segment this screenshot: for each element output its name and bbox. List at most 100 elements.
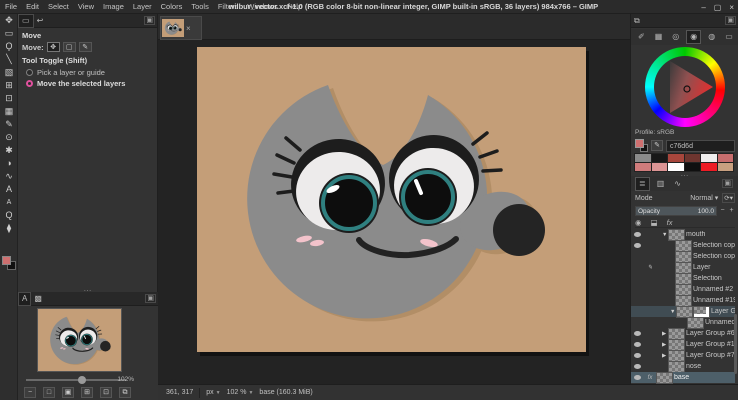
layer-row-base[interactable]: fx base [631,372,735,383]
menu-edit[interactable]: Edit [26,2,39,11]
device-status-tab-icon[interactable]: ↩ [34,15,47,27]
tool-measure-icon[interactable]: A [0,196,18,209]
collapse-icon[interactable]: ▶ [662,342,669,348]
colors-tab-icon[interactable]: ◉ [686,30,701,44]
navigation-tab-icon[interactable]: ▩ [31,293,45,305]
tool-text-icon[interactable]: A [0,183,18,196]
maximize-button[interactable]: ▢ [714,3,722,12]
palette-swatch[interactable] [701,163,717,171]
collapse-icon[interactable]: ▶ [662,353,669,359]
visibility-eye-icon[interactable] [634,353,641,358]
move-selected-radio[interactable] [26,80,33,87]
palette-swatch[interactable] [668,154,684,162]
layer-row-group[interactable]: ▼ Layer Gr [631,306,735,317]
palette-swatch[interactable] [718,163,734,171]
panel-fg-swatch[interactable] [635,139,644,148]
gradients-tab-icon[interactable]: ◎ [669,31,682,43]
edit-color-icon[interactable]: ✎ [651,140,663,151]
image-tab[interactable]: × [160,16,202,40]
mode-switch-icon[interactable]: ⟳▾ [722,193,735,203]
move-layer-button[interactable]: ✥ [47,42,60,52]
palette-swatch[interactable] [652,154,668,162]
minimize-button[interactable]: – [701,3,705,12]
tool-options-tab-icon[interactable]: ▭ [18,14,34,28]
menu-file[interactable]: File [5,2,17,11]
palette-swatch[interactable] [685,163,701,171]
tool-gradient-icon[interactable]: ▦ [0,105,18,118]
dockable-tab-icon[interactable]: ⧉ [631,15,643,27]
move-selection-button[interactable]: ▢ [63,42,76,52]
tool-color-picker-icon[interactable]: ⧫ [0,222,18,235]
layer-row-nose[interactable]: nose [631,361,735,372]
paths-tab-icon[interactable]: ∿ [671,178,684,190]
layer-row[interactable]: Unnamed 8 [631,317,735,328]
layer-fx-badge[interactable]: fx [644,375,656,381]
dock-menu-icon[interactable]: ▣ [144,16,155,25]
patterns-tab-icon[interactable]: ▦ [652,31,666,43]
palette-swatch[interactable] [635,163,651,171]
menu-image[interactable]: Image [103,2,124,11]
opacity-slider[interactable]: Opacity 100.0 [635,206,717,216]
visibility-eye-icon[interactable] [634,232,641,237]
mode-dropdown[interactable]: Normal ▾ [690,194,718,202]
zoom-out-button[interactable]: − [24,387,36,398]
fonts-dialog-tab-icon[interactable]: ▭ [722,31,736,43]
tool-rectangle-select-icon[interactable]: ▭ [0,27,18,40]
tool-move-icon[interactable]: ✥ [0,14,18,27]
image-tab-close-icon[interactable]: × [186,24,191,33]
visibility-eye-icon[interactable] [634,364,641,369]
navigation-preview[interactable] [38,309,121,371]
menu-view[interactable]: View [78,2,94,11]
nav-dock-menu-icon[interactable]: ▣ [145,294,156,303]
zoom-fit-button[interactable]: ⊞ [81,387,93,398]
tool-fuzzy-select-icon[interactable]: ╲ [0,53,18,66]
unit-dropdown[interactable]: px▼ [206,389,220,396]
canvas-area[interactable]: × [158,14,630,384]
pick-layer-radio[interactable] [26,69,33,76]
tool-crop-icon[interactable]: ▧ [0,66,18,79]
hex-color-input[interactable]: c76d6d [666,140,735,152]
zoom-in-button[interactable]: □ [43,387,55,398]
tool-clone-icon[interactable]: ⊙ [0,131,18,144]
tool-paths-icon[interactable]: ∿ [0,170,18,183]
palettes-tab-icon[interactable]: ◍ [705,31,718,43]
tool-free-select-icon[interactable]: Ϙ [0,40,18,53]
foreground-color-swatch[interactable] [2,256,11,265]
tool-paintbrush-icon[interactable]: ✎ [0,118,18,131]
visibility-eye-icon[interactable] [634,331,641,336]
panel-color-swatches[interactable] [635,139,648,152]
layer-row-group[interactable]: ▶ Layer Group #6 [631,328,735,339]
collapse-icon[interactable]: ▶ [662,331,669,337]
menu-colors[interactable]: Colors [161,2,183,11]
tool-unified-transform-icon[interactable]: ⊞ [0,79,18,92]
layer-row-group[interactable]: ▶ Layer Group #7 [631,350,735,361]
opacity-increase-icon[interactable]: + [728,207,735,214]
layers-scrollbar[interactable] [734,314,737,374]
layer-row[interactable]: Unnamed #2 [631,284,735,295]
fonts-tab-icon[interactable]: A [18,292,31,306]
palette-swatch[interactable] [718,154,734,162]
layers-dock-menu-icon[interactable]: ▣ [722,179,733,188]
visibility-eye-icon[interactable] [634,375,641,380]
zoom-slider-handle[interactable] [78,376,86,384]
zoom-dropdown[interactable]: 102 %▼ [227,389,254,396]
visibility-eye-icon[interactable] [634,342,641,347]
shrink-wrap-button[interactable]: ⧉ [119,387,131,398]
menu-select[interactable]: Select [48,2,69,11]
color-wheel[interactable] [645,47,725,127]
lock-column-icon[interactable]: ⬓ [651,218,658,227]
expand-icon[interactable]: ▼ [670,309,677,315]
layer-row[interactable]: Selection copy [631,240,735,251]
layer-row[interactable]: ✎ Layer [631,262,735,273]
palette-swatch[interactable] [685,154,701,162]
visibility-eye-icon[interactable] [634,243,641,248]
layer-row[interactable]: Unnamed #19 [631,295,735,306]
layer-row[interactable]: Selection [631,273,735,284]
tool-zoom-icon[interactable]: Q [0,209,18,222]
navigation-zoom-slider[interactable]: 102% [26,376,134,384]
right-dock-menu-icon[interactable]: ▣ [725,16,736,25]
move-path-button[interactable]: ✎ [79,42,92,52]
tool-airbrush-icon[interactable]: ✱ [0,144,18,157]
tool-handle-transform-icon[interactable]: ⊡ [0,92,18,105]
hue-triangle[interactable] [654,56,716,118]
